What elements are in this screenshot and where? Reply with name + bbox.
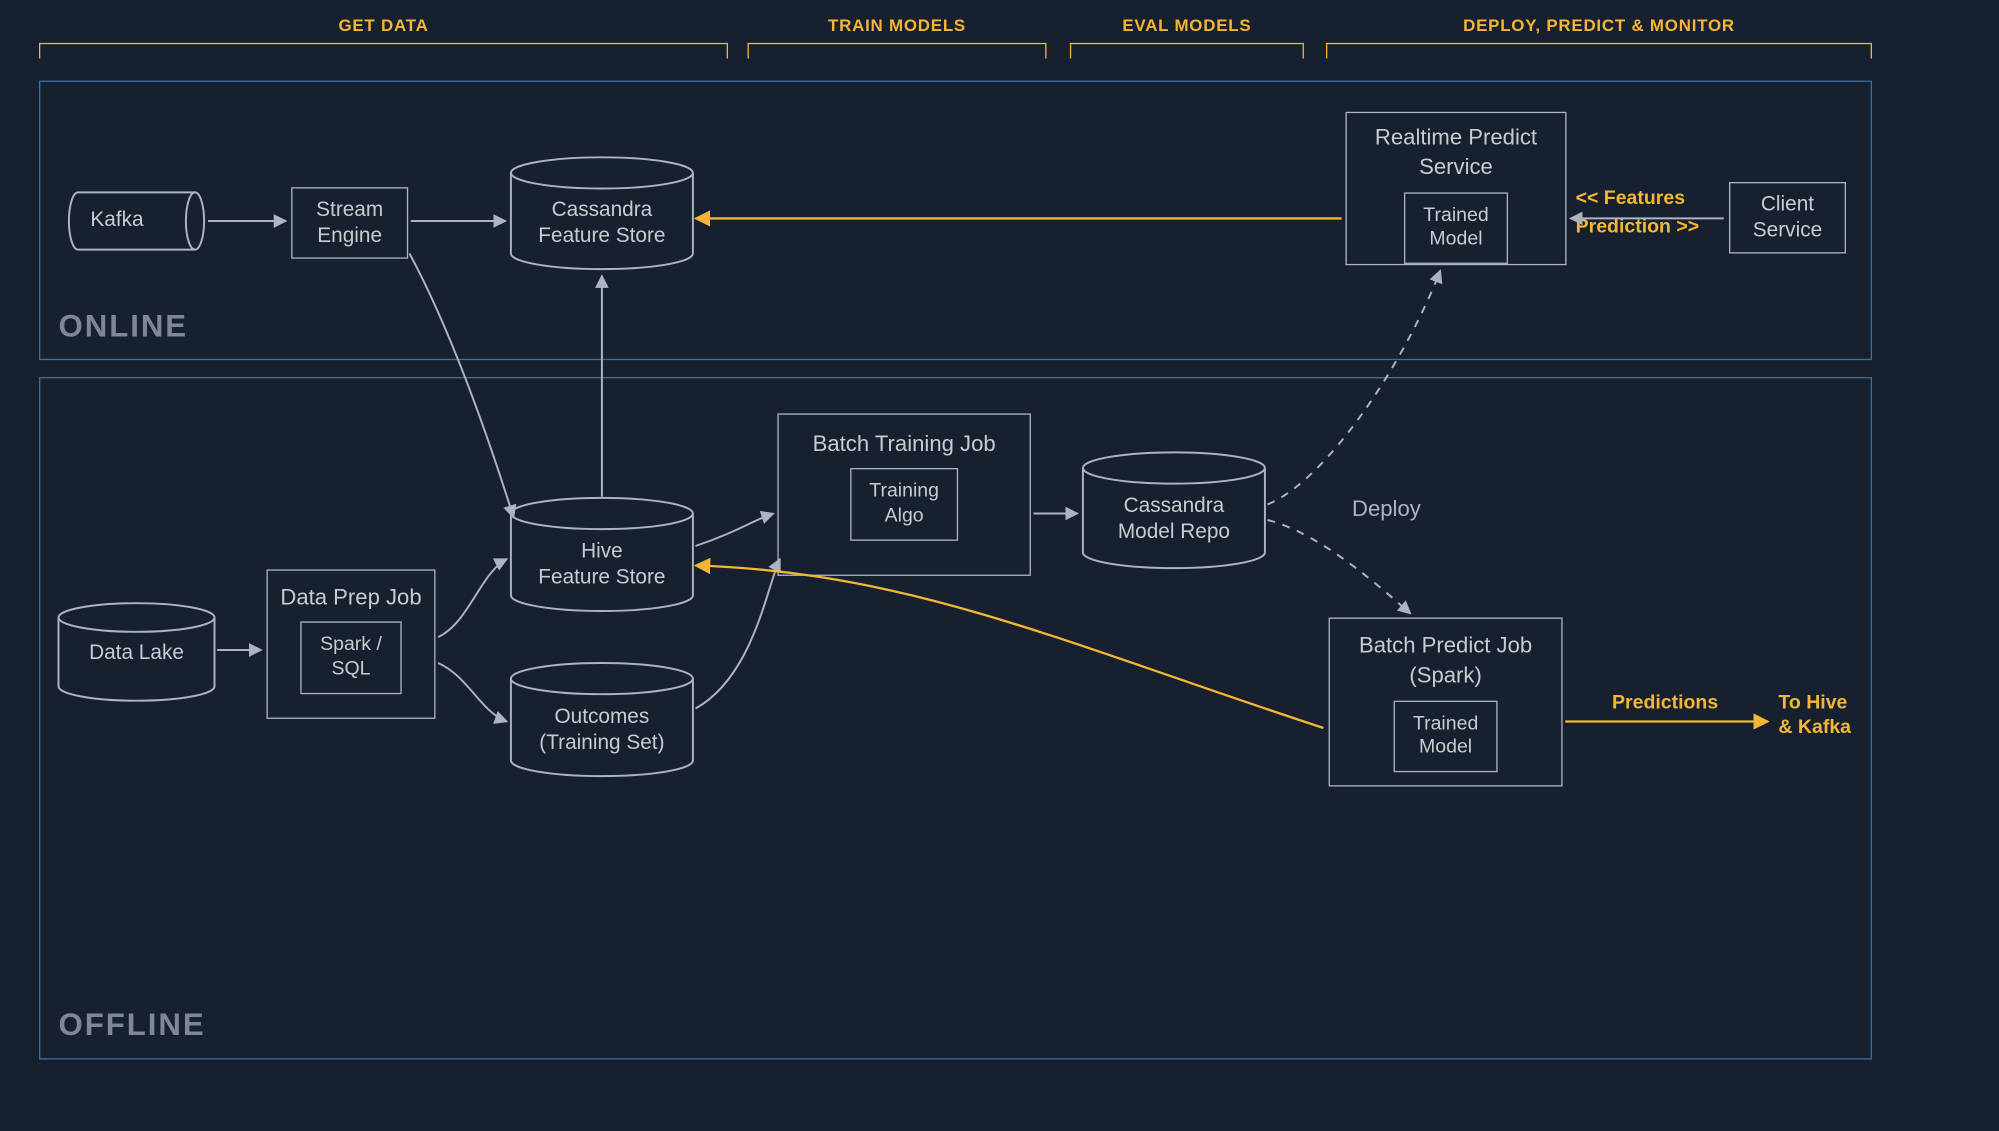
trained-model-online-l2: Model [1429, 228, 1482, 250]
batch-train-title: Batch Training Job [813, 430, 996, 458]
outcomes-l2: (Training Set) [539, 732, 664, 754]
bracket-get-data [39, 43, 728, 59]
stream-engine-line1: Stream [316, 197, 383, 223]
region-online-label: ONLINE [58, 309, 188, 345]
annotation-prediction: Prediction >> [1576, 216, 1732, 240]
label-cassandra-mr: Cassandra Model Repo [1083, 494, 1265, 546]
spark-sql-l1: Spark / [320, 633, 382, 655]
training-algo-l1: Training [869, 480, 939, 502]
node-batch-predict: Batch Predict Job (Spark) Trained Model [1329, 618, 1563, 787]
label-kafka: Kafka [52, 208, 182, 234]
batch-predict-l1: Batch Predict Job [1359, 632, 1532, 660]
node-batch-training: Batch Training Job Training Algo [777, 413, 1030, 575]
label-data-lake: Data Lake [58, 641, 214, 667]
bracket-train [748, 43, 1047, 59]
bracket-eval-label: EVAL MODELS [1070, 16, 1304, 36]
realtime-title-l2: Service [1419, 154, 1493, 182]
label-cassandra-fs: Cassandra Feature Store [511, 198, 693, 250]
label-hive-fs: Hive Feature Store [511, 540, 693, 592]
annotation-deploy: Deploy [1352, 497, 1421, 523]
annotation-predictions: Predictions [1612, 692, 1755, 716]
cassandra-mr-l1: Cassandra [1124, 495, 1225, 517]
bracket-deploy-label: DEPLOY, PREDICT & MONITOR [1326, 16, 1872, 36]
node-trained-model-offline: Trained Model [1393, 700, 1497, 772]
hive-fs-l1: Hive [581, 541, 623, 563]
node-client-service: Client Service [1729, 182, 1846, 253]
batch-predict-l2: (Spark) [1409, 662, 1481, 690]
training-algo-l2: Algo [885, 504, 924, 526]
bracket-eval [1070, 43, 1304, 59]
trained-model-off-l1: Trained [1413, 712, 1478, 734]
trained-model-online-l1: Trained [1423, 203, 1488, 225]
node-spark-sql: Spark / SQL [301, 622, 402, 694]
cassandra-fs-l2: Feature Store [538, 225, 665, 247]
annotation-tohive-l2: & Kafka [1778, 716, 1851, 738]
node-trained-model-online: Trained Model [1404, 192, 1508, 264]
hive-fs-l2: Feature Store [538, 567, 665, 589]
data-prep-title: Data Prep Job [280, 584, 421, 612]
bracket-deploy [1326, 43, 1872, 59]
annotation-tohive-l1: To Hive [1778, 692, 1847, 714]
realtime-title-l1: Realtime Predict [1375, 123, 1537, 151]
node-training-algo: Training Algo [850, 468, 959, 540]
annotation-features: << Features [1576, 187, 1719, 211]
label-outcomes: Outcomes (Training Set) [511, 705, 693, 757]
client-service-l1: Client [1761, 192, 1814, 218]
spark-sql-l2: SQL [331, 658, 370, 680]
stream-engine-line2: Engine [317, 223, 382, 249]
client-service-l2: Service [1753, 218, 1822, 244]
node-data-prep: Data Prep Job Spark / SQL [267, 569, 436, 719]
outcomes-l1: Outcomes [554, 706, 649, 728]
bracket-train-label: TRAIN MODELS [748, 16, 1047, 36]
node-stream-engine: Stream Engine [291, 187, 408, 258]
cassandra-fs-l1: Cassandra [552, 199, 653, 221]
region-offline-label: OFFLINE [58, 1007, 205, 1043]
bracket-get-data-label: GET DATA [39, 16, 728, 36]
node-realtime-predict: Realtime Predict Service Trained Model [1346, 112, 1567, 265]
trained-model-off-l2: Model [1419, 736, 1472, 758]
cassandra-mr-l2: Model Repo [1118, 521, 1230, 543]
